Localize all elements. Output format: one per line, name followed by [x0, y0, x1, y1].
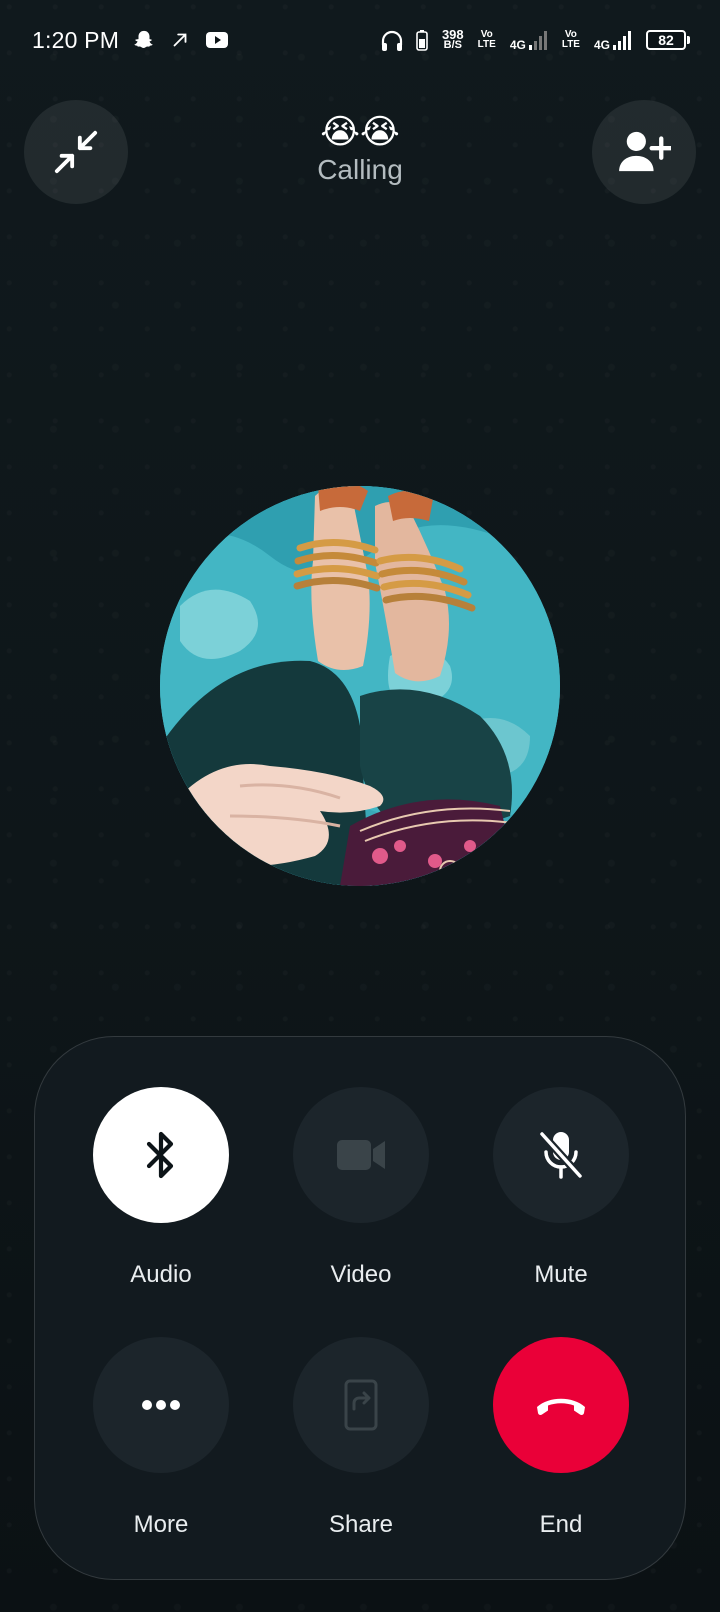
mute-label: Mute [534, 1261, 588, 1288]
sim2-network-type: 4G [593, 38, 610, 52]
call-controls-panel: Audio Video Mute More Share End [34, 1036, 686, 1580]
end-call-button-circle[interactable] [493, 1337, 629, 1473]
snapchat-icon [133, 29, 155, 51]
audio-label: Audio [130, 1261, 192, 1288]
more-button[interactable]: More [93, 1337, 229, 1539]
share-screen-button[interactable]: Share [293, 1337, 429, 1539]
sim1-volte: Vo LTE [478, 30, 496, 50]
sim2-signal: 4G [594, 29, 632, 51]
mute-button[interactable]: Mute [493, 1087, 629, 1289]
audio-button-circle[interactable] [93, 1087, 229, 1223]
battery-indicator: 82 [646, 30, 690, 50]
video-button-circle[interactable] [293, 1087, 429, 1223]
end-call-button[interactable]: End [493, 1337, 629, 1539]
sim1-signal: 4G [510, 29, 548, 51]
audio-button[interactable]: Audio [93, 1087, 229, 1289]
caller-avatar [160, 486, 560, 886]
more-dots-icon [142, 1400, 180, 1410]
battery-level: 82 [646, 30, 686, 50]
headphones-icon [380, 29, 403, 51]
profile-photo [160, 486, 560, 886]
status-time: 1:20 PM [32, 26, 120, 53]
video-button[interactable]: Video [293, 1087, 429, 1289]
status-right: 398 B/S Vo LTE 4G Vo LTE 4G 82 [380, 28, 690, 51]
battery-saver-icon [416, 29, 428, 51]
hang-up-icon [537, 1398, 585, 1415]
status-bar: 1:20 PM 398 B/S Vo LTE 4G Vo LTE 4G 82 [0, 0, 720, 80]
signal-icon [528, 31, 547, 50]
video-label: Video [330, 1261, 392, 1288]
status-left: 1:20 PM [32, 26, 229, 54]
navigation-arrow-icon [169, 29, 191, 51]
battery-cap [687, 36, 690, 44]
microphone-off-icon [538, 1130, 584, 1180]
signal-icon [613, 31, 631, 50]
youtube-icon [205, 29, 229, 51]
network-speed: 398 B/S [442, 28, 464, 51]
call-screen: 1:20 PM 398 B/S Vo LTE 4G Vo LTE 4G 82 😭… [0, 0, 720, 1612]
sim1-volte-bottom: LTE [477, 39, 496, 50]
video-camera-icon [337, 1140, 385, 1170]
sim1-network-type: 4G [509, 38, 526, 52]
share-button-circle[interactable] [293, 1337, 429, 1473]
screen-share-icon [344, 1379, 378, 1431]
mute-button-circle[interactable] [493, 1087, 629, 1223]
network-speed-unit: B/S [443, 39, 462, 51]
sim2-volte-bottom: LTE [561, 39, 580, 50]
sim2-volte: Vo LTE [562, 30, 580, 50]
bluetooth-icon [146, 1131, 174, 1179]
share-label: Share [328, 1511, 394, 1538]
add-person-icon [619, 131, 671, 172]
more-label: More [133, 1511, 189, 1538]
add-participant-button[interactable] [592, 100, 696, 204]
more-button-circle[interactable] [93, 1337, 229, 1473]
end-label: End [539, 1511, 583, 1538]
